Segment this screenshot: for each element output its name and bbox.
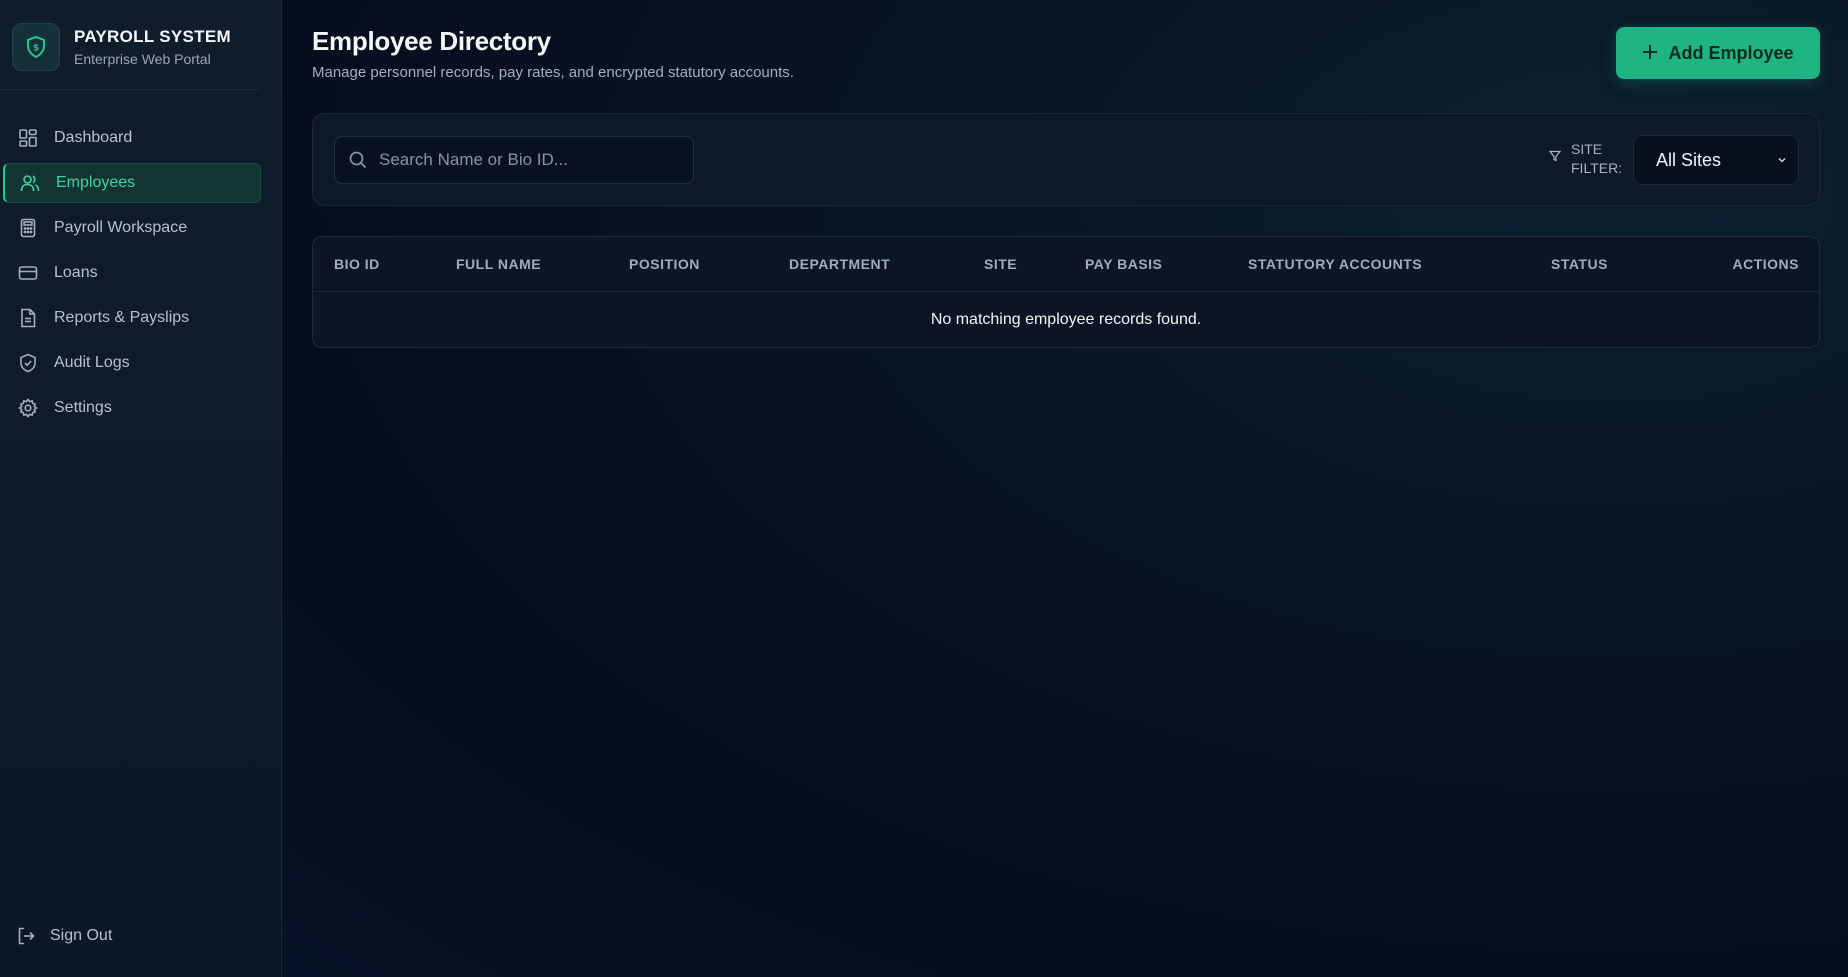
sidebar-item-employees[interactable]: Employees [3, 163, 261, 203]
column-header-position[interactable]: POSITION [629, 256, 700, 272]
employee-table: BIO ID FULL NAME POSITION DEPARTMENT SIT… [312, 236, 1820, 348]
add-employee-button[interactable]: Add Employee [1616, 27, 1820, 79]
page-title: Employee Directory [312, 26, 551, 56]
sidebar-item-label: Loans [54, 264, 98, 281]
column-header-full-name[interactable]: FULL NAME [456, 256, 541, 272]
plus-icon [1642, 40, 1658, 66]
file-report-icon [17, 307, 39, 329]
sidebar-nav: Dashboard Employees Payroll Workspace Lo… [0, 118, 281, 428]
sidebar-item-label: Settings [54, 399, 112, 416]
column-header-status[interactable]: STATUS [1551, 256, 1608, 272]
site-filter-label: SITE FILTER: [1549, 140, 1631, 178]
sidebar-item-label: Employees [56, 174, 136, 191]
table-header: BIO ID FULL NAME POSITION DEPARTMENT SIT… [313, 237, 1819, 292]
app-root: $ PAYROLL SYSTEM Enterprise Web Portal D… [0, 0, 1848, 977]
brand-title: PAYROLL SYSTEM [74, 26, 231, 46]
column-header-actions: ACTIONS [1732, 256, 1799, 272]
add-employee-label: Add Employee [1668, 42, 1794, 63]
sign-out-button[interactable]: Sign Out [16, 925, 112, 947]
sidebar-item-dashboard[interactable]: Dashboard [3, 118, 261, 158]
empty-state-message: No matching employee records found. [930, 310, 1202, 328]
sidebar-item-audit-logs[interactable]: Audit Logs [3, 343, 261, 383]
svg-text:$: $ [33, 43, 39, 53]
shield-check-icon [17, 352, 39, 374]
dashboard-icon [17, 127, 39, 149]
chevron-down-icon [1776, 150, 1788, 171]
search-box [334, 136, 694, 184]
column-header-bio-id[interactable]: BIO ID [334, 256, 380, 272]
sidebar-item-payroll-workspace[interactable]: Payroll Workspace [3, 208, 261, 248]
search-icon [349, 151, 367, 169]
main-content: Employee Directory Manage personnel reco… [282, 0, 1848, 977]
column-header-department[interactable]: DEPARTMENT [789, 256, 890, 272]
calculator-icon [17, 217, 39, 239]
sidebar-item-loans[interactable]: Loans [3, 253, 261, 293]
search-input[interactable] [379, 150, 669, 170]
site-filter-value: All Sites [1656, 149, 1722, 170]
users-icon [19, 172, 41, 194]
sidebar-item-label: Audit Logs [54, 354, 130, 371]
filter-bar: SITE FILTER: All Sites [312, 113, 1820, 206]
column-header-statutory-accounts[interactable]: STATUTORY ACCOUNTS [1248, 256, 1422, 272]
sidebar-item-reports-payslips[interactable]: Reports & Payslips [3, 298, 261, 338]
brand-subtitle: Enterprise Web Portal [74, 50, 211, 67]
credit-card-icon [17, 262, 39, 284]
sidebar-item-label: Dashboard [54, 129, 133, 146]
logout-icon [16, 925, 38, 947]
site-filter-text: SITE FILTER: [1571, 141, 1623, 176]
column-header-pay-basis[interactable]: PAY BASIS [1085, 256, 1162, 272]
sidebar-item-settings[interactable]: Settings [3, 388, 261, 428]
shield-logo-icon: $ [12, 22, 60, 71]
site-filter-select[interactable]: All Sites [1633, 135, 1799, 185]
sidebar: $ PAYROLL SYSTEM Enterprise Web Portal D… [0, 0, 282, 977]
sidebar-item-label: Payroll Workspace [54, 219, 188, 236]
brand-header: $ PAYROLL SYSTEM Enterprise Web Portal [0, 0, 261, 90]
gear-icon [17, 397, 39, 419]
filter-icon [1549, 150, 1561, 162]
sign-out-label: Sign Out [50, 927, 113, 944]
column-header-site[interactable]: SITE [984, 256, 1017, 272]
sidebar-item-label: Reports & Payslips [54, 309, 190, 326]
page-subtitle: Manage personnel records, pay rates, and… [312, 64, 794, 81]
